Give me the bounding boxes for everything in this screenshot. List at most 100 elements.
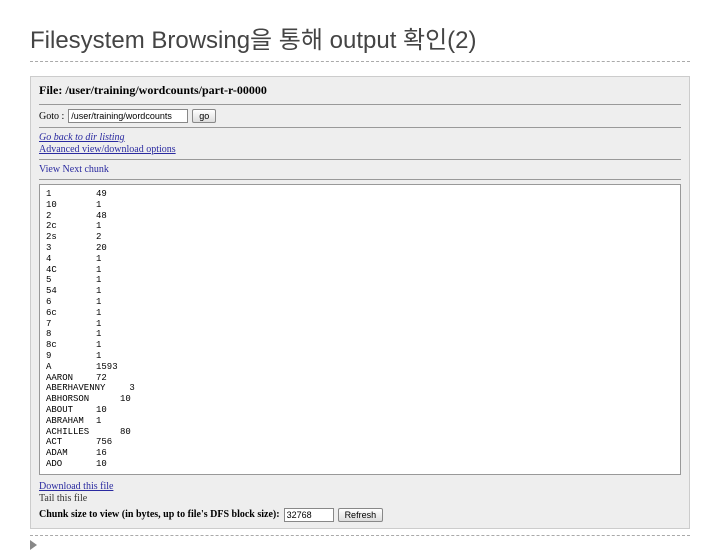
- listing-key: ABHORSON: [46, 394, 96, 405]
- listing-row: 320: [46, 243, 674, 254]
- listing-row: ABOUT10: [46, 405, 674, 416]
- listing-value: 1: [96, 254, 120, 265]
- listing-key: 2s: [46, 232, 96, 243]
- listing-value: 10: [96, 405, 120, 416]
- listing-row: ABHORSON 10: [46, 394, 674, 405]
- listing-row: 541: [46, 286, 674, 297]
- listing-row: ACT756: [46, 437, 674, 448]
- view-next-link[interactable]: View Next chunk: [39, 164, 681, 175]
- listing-value: 1: [96, 319, 120, 330]
- listing-row: 149: [46, 189, 674, 200]
- listing-row: ADAM16: [46, 448, 674, 459]
- chunk-size-input[interactable]: [284, 508, 334, 522]
- listing-value2: 10: [120, 394, 131, 405]
- goto-row: Goto : go: [39, 109, 681, 123]
- listing-key: 3: [46, 243, 96, 254]
- download-link[interactable]: Download this file: [39, 481, 681, 492]
- separator: [39, 104, 681, 105]
- listing-key: 6: [46, 297, 96, 308]
- listing-key: 2: [46, 211, 96, 222]
- listing-row: ABRAHAM1: [46, 416, 674, 427]
- listing-key: 4: [46, 254, 96, 265]
- listing-value: 1: [96, 286, 120, 297]
- listing-row: A1593: [46, 362, 674, 373]
- file-path: /user/training/wordcounts/part-r-00000: [65, 83, 267, 97]
- play-icon: [30, 540, 37, 550]
- listing-value: 16: [96, 448, 120, 459]
- listing-row: 2s2: [46, 232, 674, 243]
- listing-key: 9: [46, 351, 96, 362]
- listing-key: 8c: [46, 340, 96, 351]
- separator: [39, 127, 681, 128]
- listing-key: 1: [46, 189, 96, 200]
- listing-key: 2c: [46, 221, 96, 232]
- listing-key: 4C: [46, 265, 96, 276]
- listing-key: 54: [46, 286, 96, 297]
- separator: [39, 179, 681, 180]
- listing-row: 248: [46, 211, 674, 222]
- listing-value: 49: [96, 189, 120, 200]
- listing-value: 1: [96, 265, 120, 276]
- listing-key: ACHILLES: [46, 427, 96, 438]
- chunk-label: Chunk size to view (in bytes, up to file…: [39, 509, 280, 520]
- listing-row: 8c1: [46, 340, 674, 351]
- listing-key: 7: [46, 319, 96, 330]
- listing-row: 91: [46, 351, 674, 362]
- listing-value2: 3: [129, 383, 134, 394]
- goto-label: Goto :: [39, 111, 64, 122]
- file-content-listing: 1491012482c12s2320414C151541616c171818c1…: [39, 184, 681, 475]
- listing-row: AARON72: [46, 373, 674, 384]
- goto-input[interactable]: [68, 109, 188, 123]
- listing-key: ADO: [46, 459, 96, 470]
- listing-key: 10: [46, 200, 96, 211]
- listing-value: 48: [96, 211, 120, 222]
- listing-value: 2: [96, 232, 120, 243]
- listing-value: 1593: [96, 362, 120, 373]
- listing-value: 20: [96, 243, 120, 254]
- listing-value: 1: [96, 308, 120, 319]
- listing-value: 1: [96, 200, 120, 211]
- go-back-link[interactable]: Go back to dir listing: [39, 132, 681, 143]
- listing-row: 6c1: [46, 308, 674, 319]
- listing-key: ABOUT: [46, 405, 96, 416]
- listing-value: 1: [96, 351, 120, 362]
- content-panel: File: /user/training/wordcounts/part-r-0…: [30, 76, 690, 529]
- listing-row: 4C1: [46, 265, 674, 276]
- listing-value: 1: [96, 297, 120, 308]
- advanced-link[interactable]: Advanced view/download options: [39, 144, 681, 155]
- listing-key: 5: [46, 275, 96, 286]
- tail-link[interactable]: Tail this file: [39, 493, 681, 504]
- listing-key: ABERHAVENNY: [46, 383, 105, 394]
- listing-value2: 80: [120, 427, 131, 438]
- listing-value: 1: [96, 340, 120, 351]
- listing-row: 2c1: [46, 221, 674, 232]
- bottom-bar: [30, 535, 690, 550]
- separator: [39, 159, 681, 160]
- go-button[interactable]: go: [192, 109, 216, 123]
- listing-value: 1: [96, 329, 120, 340]
- listing-row: 71: [46, 319, 674, 330]
- file-heading: File: /user/training/wordcounts/part-r-0…: [39, 83, 681, 98]
- listing-row: 81: [46, 329, 674, 340]
- listing-value: 1: [96, 275, 120, 286]
- listing-key: 8: [46, 329, 96, 340]
- listing-row: 101: [46, 200, 674, 211]
- listing-row: 51: [46, 275, 674, 286]
- listing-value: 1: [96, 416, 120, 427]
- refresh-button[interactable]: Refresh: [338, 508, 384, 522]
- listing-row: ADO10: [46, 459, 674, 470]
- listing-key: A: [46, 362, 96, 373]
- listing-key: ADAM: [46, 448, 96, 459]
- chunk-row: Chunk size to view (in bytes, up to file…: [39, 508, 681, 522]
- listing-key: ABRAHAM: [46, 416, 96, 427]
- listing-row: ABERHAVENNY 3: [46, 383, 674, 394]
- listing-row: 41: [46, 254, 674, 265]
- listing-row: 61: [46, 297, 674, 308]
- listing-value: 756: [96, 437, 120, 448]
- listing-key: AARON: [46, 373, 96, 384]
- page-title: Filesystem Browsing을 통해 output 확인(2): [30, 20, 690, 62]
- listing-key: 6c: [46, 308, 96, 319]
- file-label-prefix: File:: [39, 83, 65, 97]
- listing-row: ACHILLES 80: [46, 427, 674, 438]
- listing-value: 10: [96, 459, 120, 470]
